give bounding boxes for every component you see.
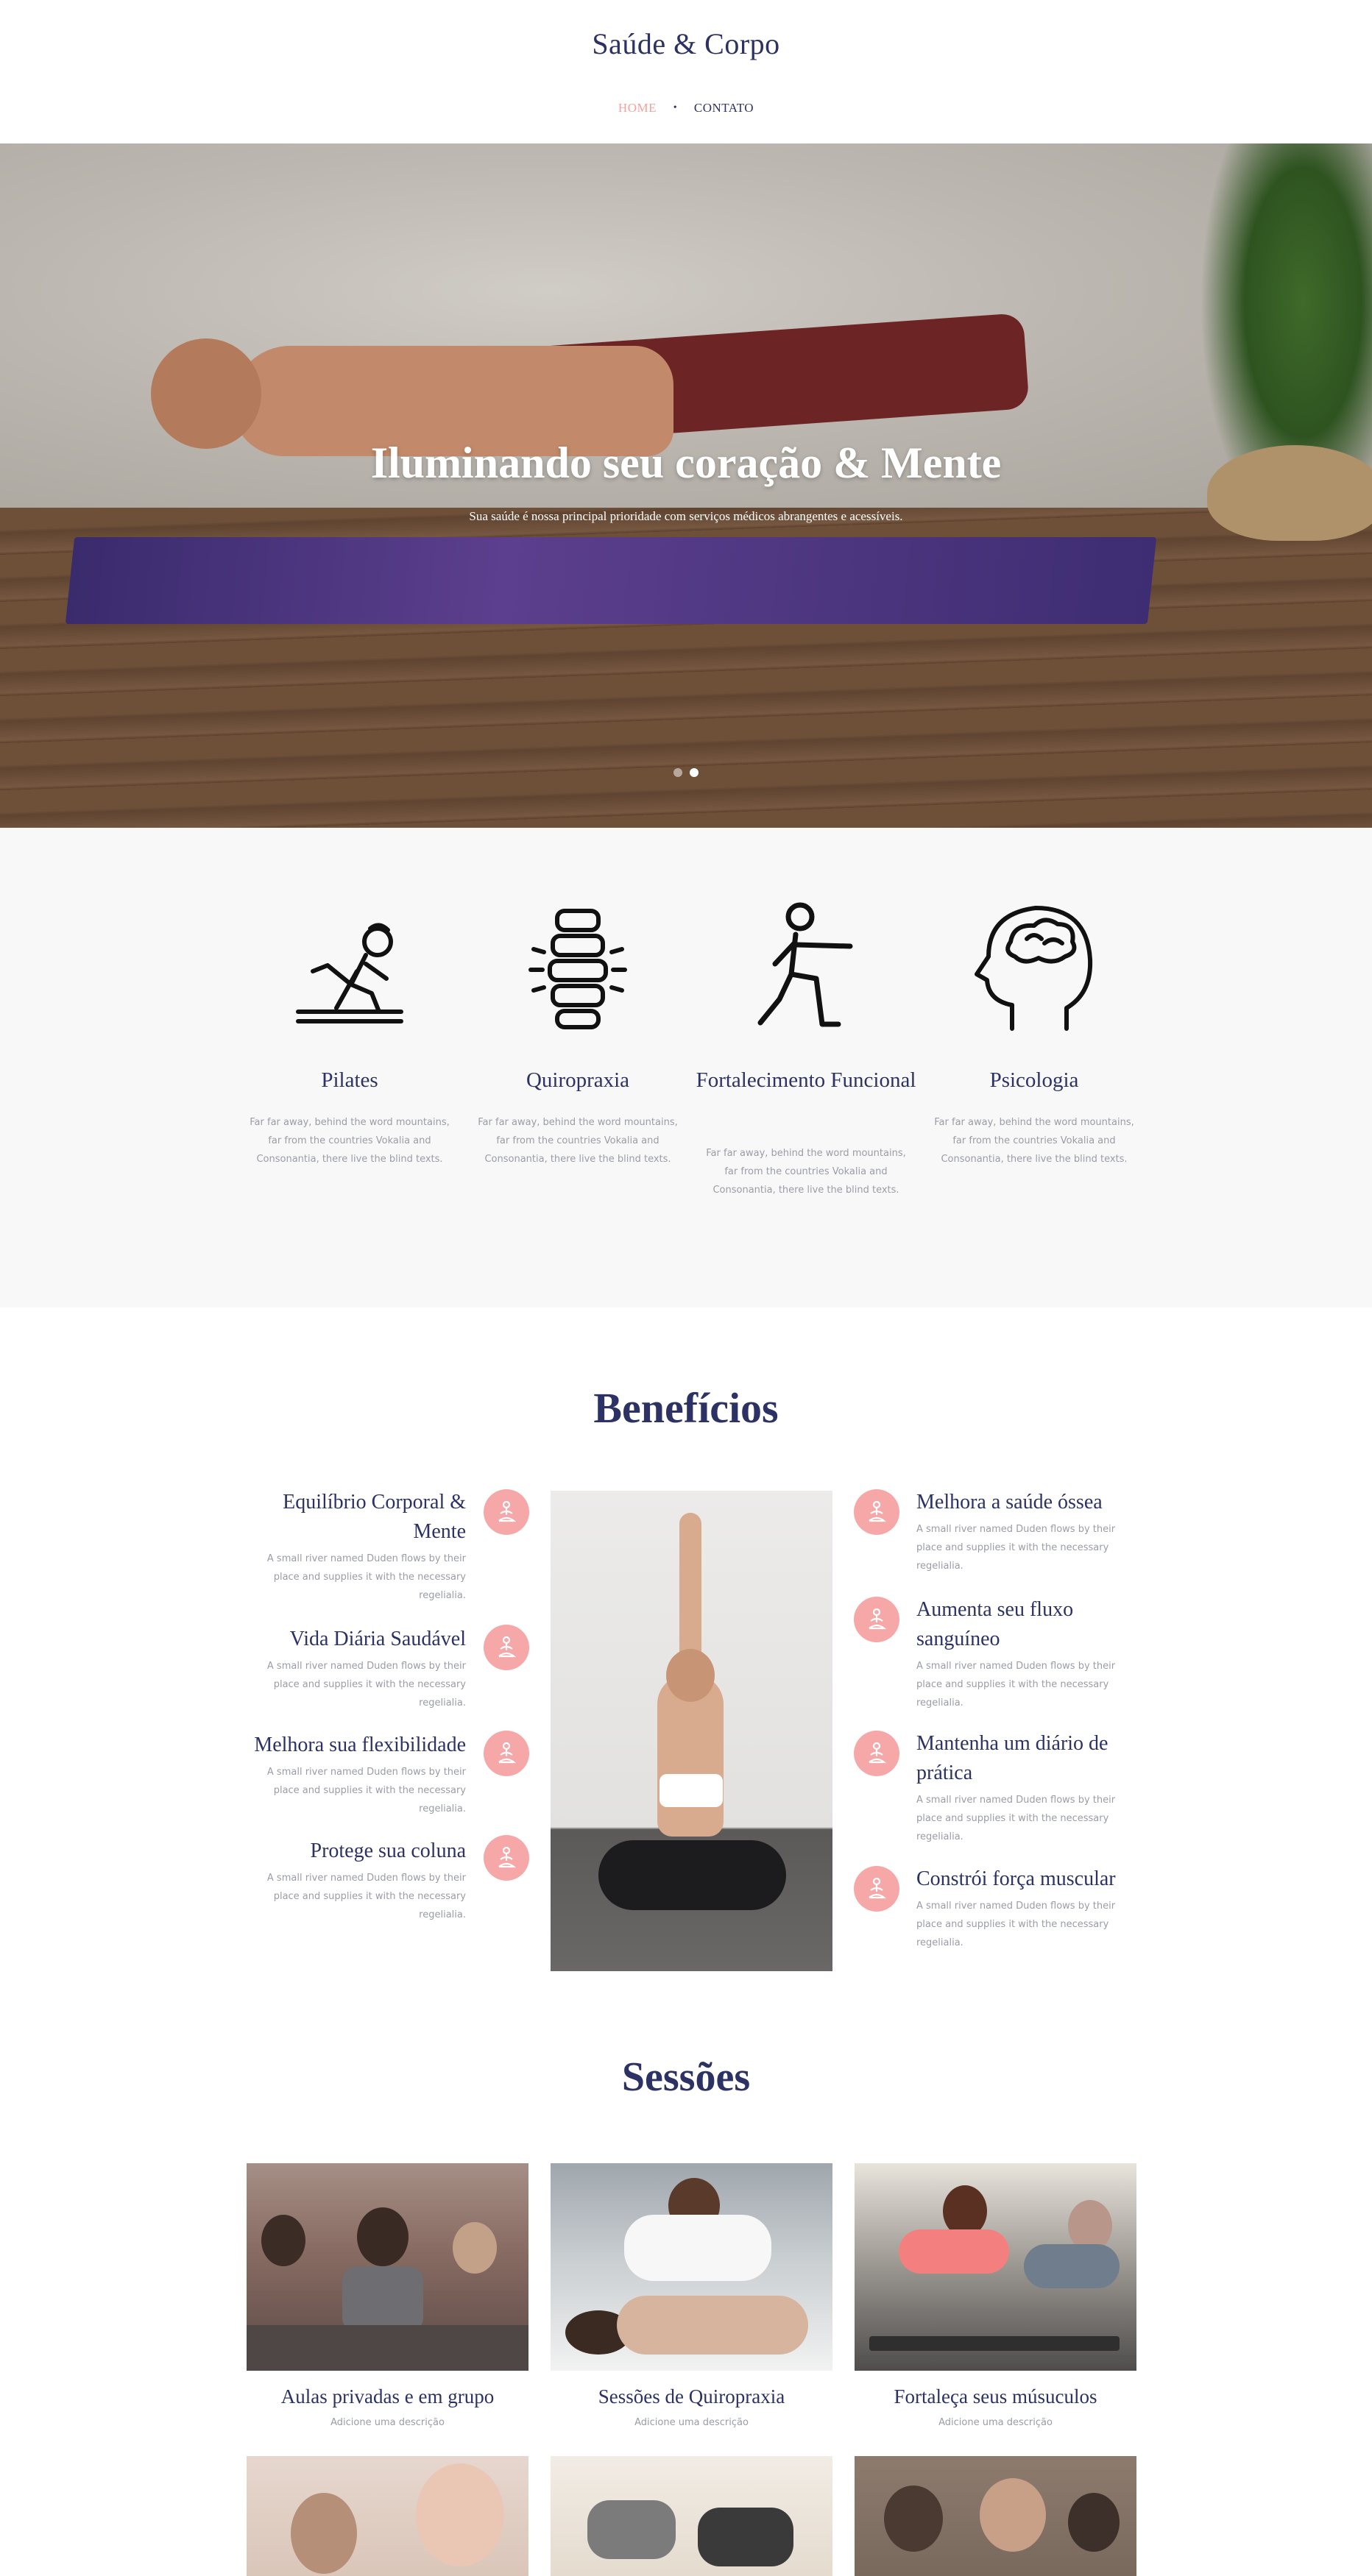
session-image[interactable] <box>247 2456 528 2576</box>
services-section: Pilates Far far away, behind the word mo… <box>0 828 1372 1307</box>
hero-title: Iluminando seu coração & Mente <box>370 439 1002 487</box>
benefit-title: Constrói força muscular <box>916 1867 1116 1890</box>
hero-person-image <box>151 313 1089 522</box>
benefit-title: Equilíbrio Corporal & Mente <box>283 1491 466 1543</box>
benefit-badge <box>484 1625 529 1670</box>
benefit-text: A small river named Duden flows by their… <box>916 1524 1116 1572</box>
service-title: Quiropraxia <box>526 1068 630 1092</box>
benefits-yoga-image <box>551 1491 832 1971</box>
nav-separator: • <box>673 102 678 114</box>
carousel-dot-1[interactable] <box>673 768 682 777</box>
benefit-item: Melhora sua flexibilidade A small river … <box>245 1731 466 1818</box>
meditation-icon <box>498 1500 517 1522</box>
service-text: Far far away, behind the word mountains,… <box>250 1117 450 1165</box>
hero-yoga-mat <box>65 537 1157 624</box>
benefit-text: A small river named Duden flows by their… <box>266 1873 466 1920</box>
main-nav: HOME • CONTATO <box>0 100 1372 116</box>
benefit-title: Mantenha um diário de prática <box>916 1732 1108 1784</box>
benefit-item: Melhora a saúde óssea A small river name… <box>916 1488 1137 1575</box>
benefit-text: A small river named Duden flows by their… <box>266 1553 466 1601</box>
benefit-item: Equilíbrio Corporal & Mente A small rive… <box>245 1488 466 1605</box>
brand-logo[interactable]: Saúde & Corpo <box>0 26 1372 61</box>
benefit-text: A small river named Duden flows by their… <box>916 1661 1116 1709</box>
benefit-badge <box>854 1731 899 1776</box>
session-card-4[interactable] <box>247 2456 528 2576</box>
session-card-5[interactable] <box>551 2456 832 2576</box>
benefit-item: Mantenha um diário de prática A small ri… <box>916 1729 1137 1846</box>
service-title: Psicologia <box>989 1068 1079 1092</box>
sessions-title: Sessões <box>621 2054 751 2100</box>
session-card-6[interactable] <box>855 2456 1136 2576</box>
benefit-title: Vida Diária Saudável <box>289 1628 466 1650</box>
carousel-dots <box>0 767 1372 781</box>
session-image[interactable] <box>855 2456 1136 2576</box>
hero-subtitle: Sua saúde é nossa principal prioridade c… <box>469 509 903 523</box>
session-title[interactable]: Aulas privadas e em grupo <box>247 2385 528 2408</box>
session-desc: Adicione uma descrição <box>938 2417 1053 2428</box>
benefit-item: Vida Diária Saudável A small river named… <box>245 1625 466 1712</box>
session-image[interactable] <box>247 2163 528 2371</box>
lunge-icon <box>757 902 853 1027</box>
hero-carousel[interactable]: Iluminando seu coração & Mente Sua saúde… <box>0 143 1372 828</box>
meditation-icon <box>498 1846 517 1868</box>
meditation-icon <box>498 1742 517 1764</box>
session-desc: Adicione uma descrição <box>330 2417 445 2428</box>
benefit-badge <box>484 1731 529 1776</box>
meditation-icon <box>498 1636 517 1658</box>
service-text: Far far away, behind the word mountains,… <box>934 1117 1134 1165</box>
meditation-icon <box>869 1742 887 1764</box>
session-image[interactable] <box>855 2163 1136 2371</box>
service-title: Fortalecimento Funcional <box>696 1068 916 1092</box>
benefit-text: A small river named Duden flows by their… <box>266 1767 466 1814</box>
brain-head-icon <box>975 906 1093 1031</box>
meditation-icon <box>869 1877 887 1899</box>
benefit-badge <box>484 1835 529 1881</box>
session-image[interactable] <box>551 2456 832 2576</box>
benefit-title: Melhora a saúde óssea <box>916 1491 1103 1514</box>
nav-home-link[interactable]: HOME <box>618 101 657 116</box>
session-desc: Adicione uma descrição <box>634 2417 749 2428</box>
benefit-text: A small river named Duden flows by their… <box>266 1661 466 1709</box>
benefit-badge <box>484 1489 529 1535</box>
meditation-icon <box>869 1500 887 1522</box>
benefit-item: Aumenta seu fluxo sanguíneo A small rive… <box>916 1595 1137 1712</box>
session-image[interactable] <box>551 2163 832 2371</box>
service-text: Far far away, behind the word mountains,… <box>478 1117 678 1165</box>
benefit-badge <box>854 1489 899 1535</box>
pilates-icon <box>296 923 403 1023</box>
spine-icon <box>528 909 627 1029</box>
nav-contato-link[interactable]: CONTATO <box>694 101 754 116</box>
session-title[interactable]: Sessões de Quiropraxia <box>551 2385 832 2408</box>
benefit-text: A small river named Duden flows by their… <box>916 1795 1116 1842</box>
carousel-dot-2[interactable] <box>690 768 699 777</box>
benefit-title: Protege sua coluna <box>310 1839 467 1862</box>
benefit-title: Melhora sua flexibilidade <box>254 1734 466 1756</box>
benefit-badge <box>854 1597 899 1642</box>
benefit-item: Protege sua coluna A small river named D… <box>245 1837 466 1924</box>
benefit-item: Constrói força muscular A small river na… <box>916 1864 1137 1952</box>
benefit-text: A small river named Duden flows by their… <box>916 1901 1116 1948</box>
site-header: Saúde & Corpo HOME • CONTATO <box>0 0 1372 143</box>
benefit-title: Aumenta seu fluxo sanguíneo <box>916 1598 1074 1650</box>
benefits-title: Benefícios <box>593 1384 779 1432</box>
benefit-badge <box>854 1866 899 1912</box>
session-title[interactable]: Fortaleça seus músuculos <box>855 2385 1136 2408</box>
service-title: Pilates <box>321 1068 378 1092</box>
meditation-icon <box>869 1608 887 1630</box>
service-text: Far far away, behind the word mountains,… <box>706 1148 906 1196</box>
